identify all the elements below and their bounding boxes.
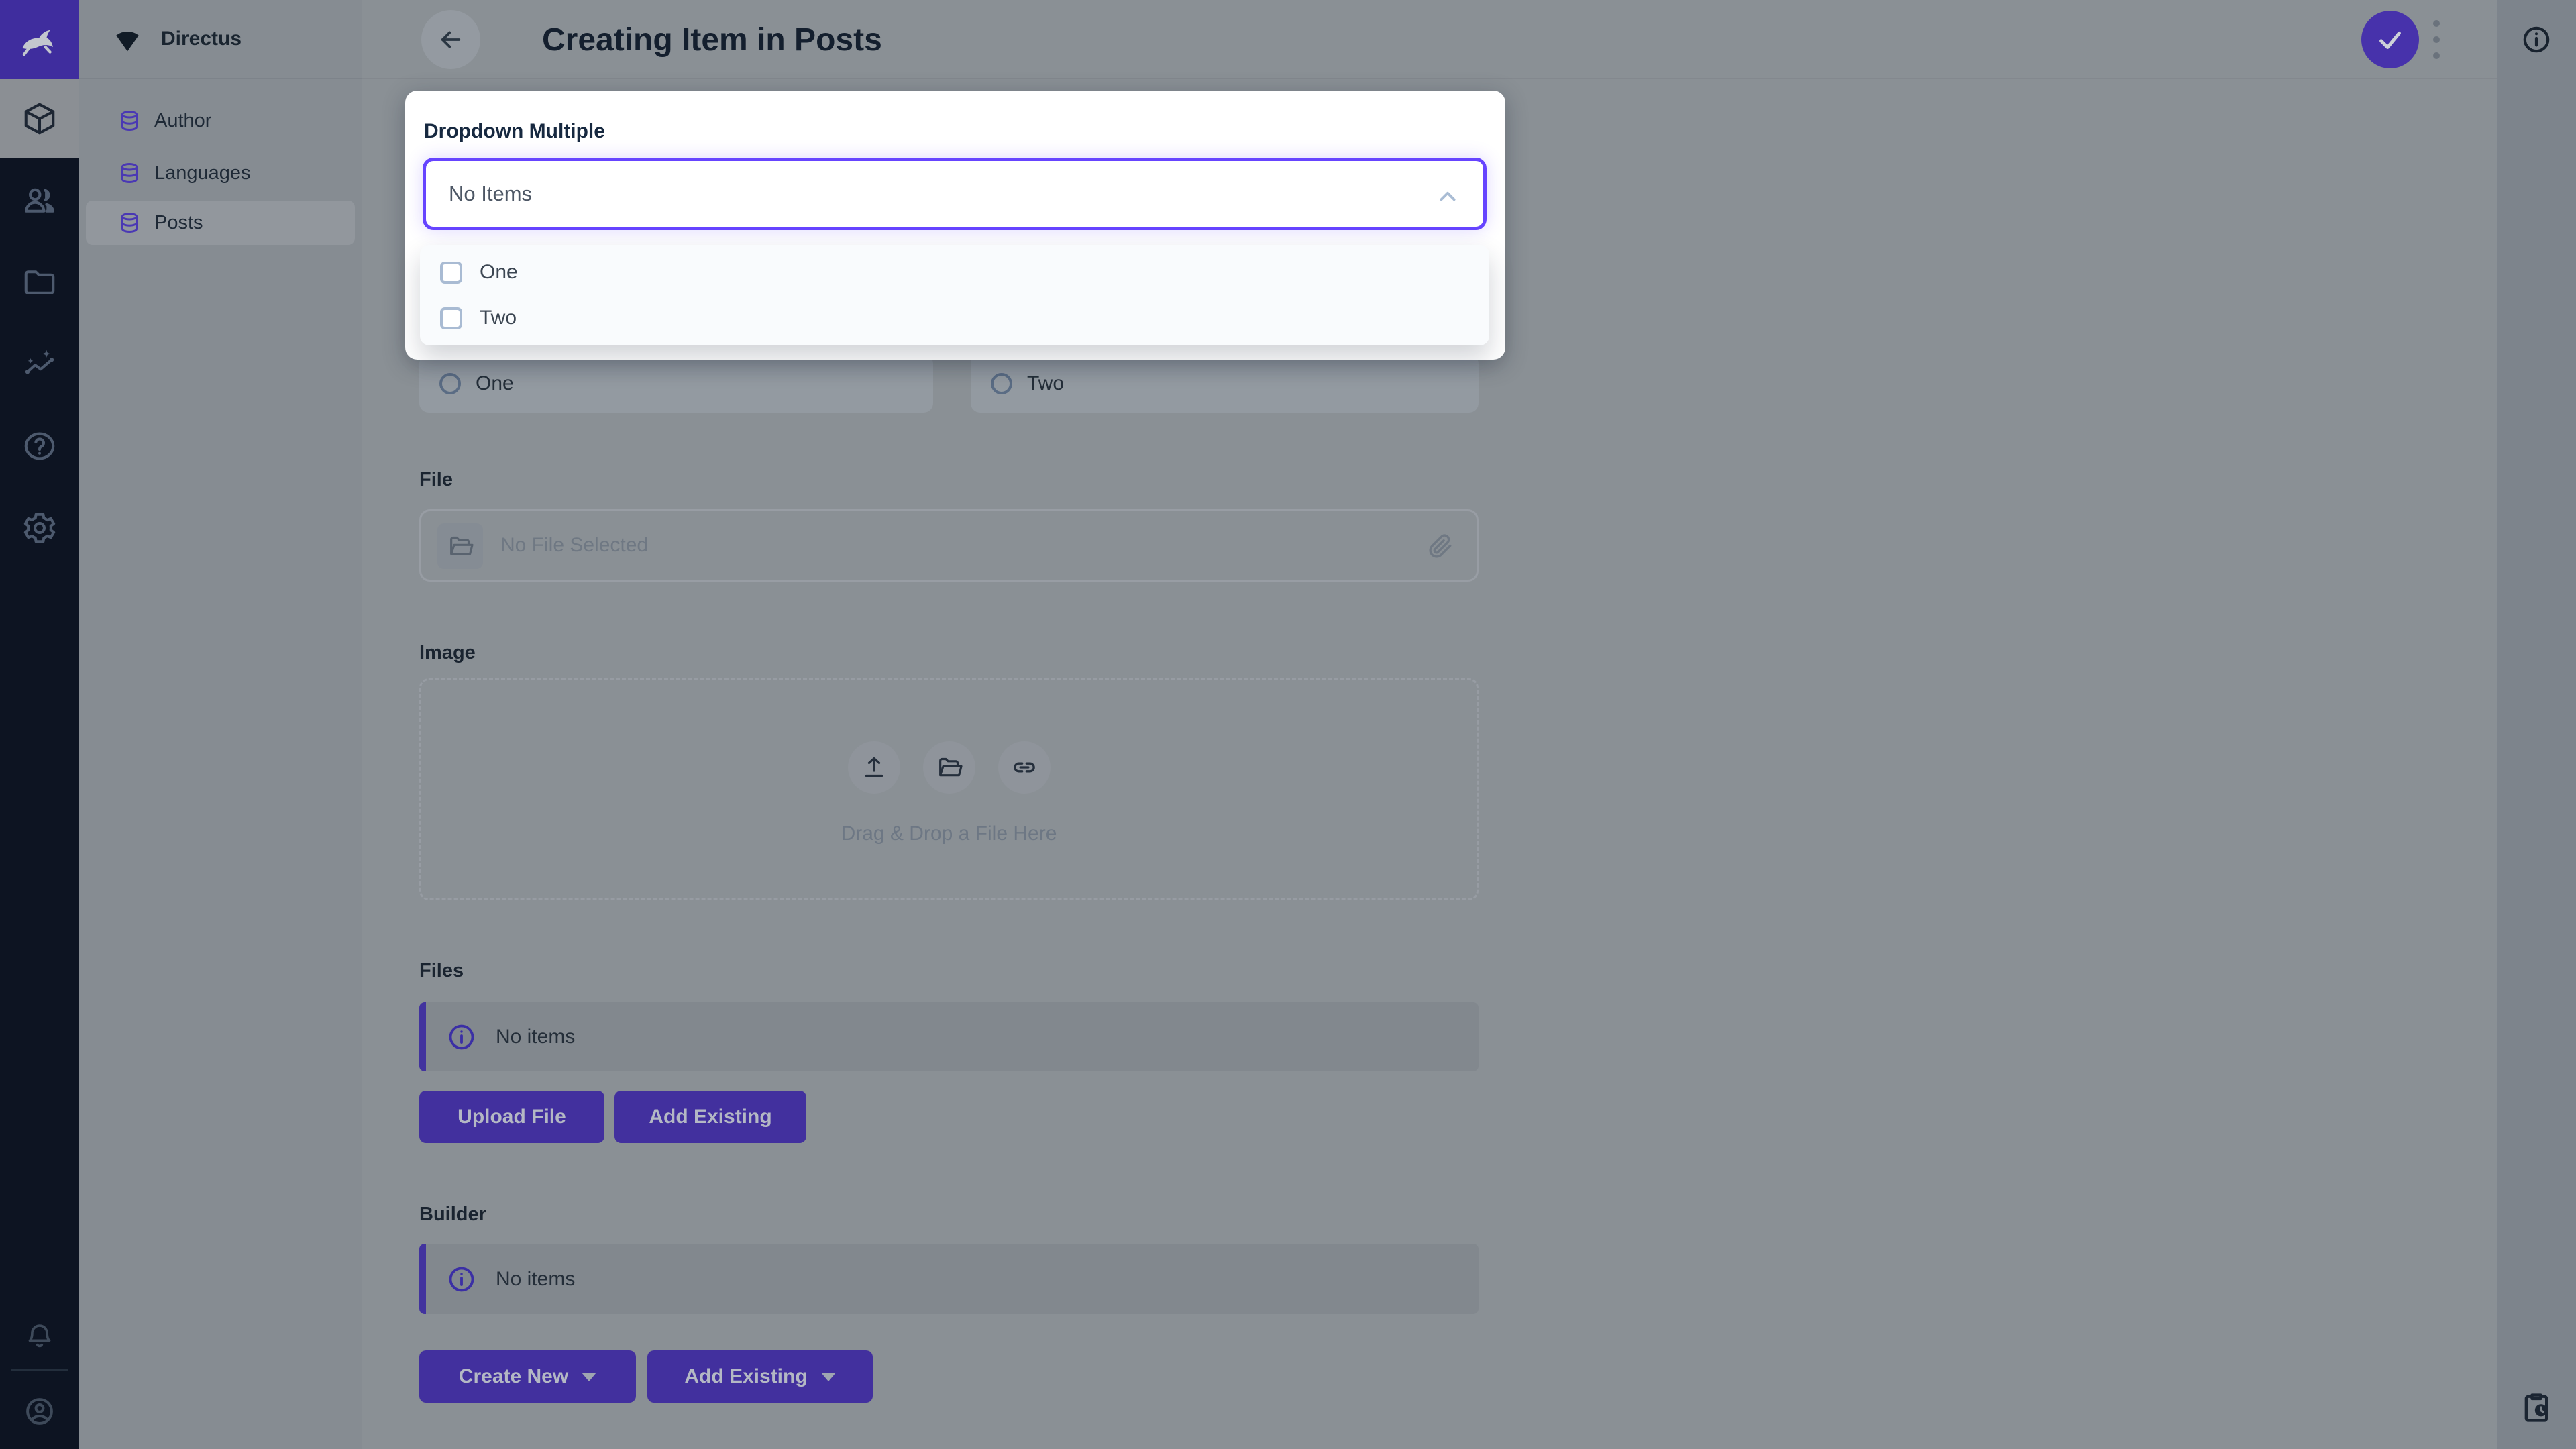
upload-icon [861,754,888,781]
module-item-insights[interactable] [0,325,79,404]
chevron-up-icon [1434,182,1462,211]
button-label: Add Existing [684,1365,808,1387]
option-two[interactable]: Two [420,295,1489,341]
files-add-existing-button[interactable]: Add Existing [614,1091,806,1143]
button-label: Add Existing [649,1106,772,1128]
link-icon [1011,754,1038,781]
module-item-content[interactable] [0,79,79,158]
database-icon [118,211,141,234]
module-item-user-directory[interactable] [0,161,79,240]
folder-open-icon [447,533,474,559]
notifications-button[interactable] [0,1309,79,1363]
select-value: No Items [449,182,533,205]
attach-file-button[interactable] [1426,531,1454,559]
clipboard-clock-icon [2519,1390,2554,1425]
sidebar-item-languages[interactable]: Languages [86,151,355,195]
files-empty-notice: No items [419,1002,1479,1071]
people-icon [21,182,58,219]
collections-sidebar: Directus Author Languages Posts [79,0,362,1449]
database-icon [118,162,141,184]
button-label: Create New [458,1365,569,1387]
project-header[interactable]: Directus [79,0,362,79]
module-item-file-library[interactable] [0,243,79,322]
checkbox-icon[interactable] [440,307,462,329]
module-bar-divider [11,1368,68,1371]
radio-label: One [476,372,514,394]
radio-field-one[interactable]: One [419,354,933,413]
page-title: Creating Item in Posts [542,22,882,58]
option-label: Two [480,307,517,329]
radio-label: Two [1027,372,1065,394]
sidebar-item-posts[interactable]: Posts [86,201,355,245]
check-icon [2375,24,2406,55]
sidebar-item-label: Posts [154,211,203,233]
save-button[interactable] [2361,11,2419,68]
dropzone-text: Drag & Drop a File Here [841,822,1057,845]
caret-down-icon [820,1372,836,1381]
option-one[interactable]: One [420,250,1489,295]
button-label: Upload File [458,1106,566,1128]
radio-icon[interactable] [439,372,461,394]
file-input[interactable]: No File Selected [419,509,1479,582]
files-empty-text: No items [496,1025,576,1048]
upload-file-button[interactable]: Upload File [419,1091,604,1143]
folder-open-icon [936,754,963,781]
rabbit-logo-icon [15,15,64,64]
option-label: One [480,261,518,283]
sidebar-item-author[interactable]: Author [86,99,355,143]
module-item-documentation[interactable] [0,407,79,486]
image-field-label: Image [419,642,476,663]
trending-sparkle-icon [21,346,58,382]
file-field-label: File [419,469,453,490]
directus-logo[interactable] [0,0,79,79]
info-icon [446,1264,477,1295]
revisions-sidebar-button[interactable] [2497,1387,2576,1428]
back-button[interactable] [421,10,480,69]
user-menu-button[interactable] [0,1385,79,1438]
choose-from-library-button[interactable] [922,741,975,794]
builder-add-existing-button[interactable]: Add Existing [647,1350,873,1403]
module-bar [0,0,79,1449]
folder-icon [21,264,58,301]
dropdown-options-menu: One Two [420,245,1489,345]
gear-icon [21,510,58,546]
module-item-settings[interactable] [0,488,79,568]
help-icon [21,428,58,464]
caret-down-icon [582,1372,597,1381]
database-icon [118,109,141,132]
sidebar-item-label: Languages [154,162,251,184]
dropdown-field-label: Dropdown Multiple [424,120,605,142]
more-options-button[interactable] [2430,20,2443,59]
dropdown-select[interactable]: No Items [423,158,1487,230]
info-sidebar-button[interactable] [2497,23,2576,56]
upload-device-button[interactable] [847,741,900,794]
builder-field-label: Builder [419,1203,486,1225]
app-window: Directus Author Languages Posts Creating… [0,0,2576,1449]
builder-empty-text: No items [496,1267,576,1290]
page-header: Creating Item in Posts [362,0,2497,79]
directus-fan-icon [110,21,145,56]
browse-files-button[interactable] [437,523,483,569]
right-sidebar-strip [2497,0,2576,1449]
create-new-button[interactable]: Create New [419,1350,636,1403]
builder-empty-notice: No items [419,1244,1479,1314]
info-icon [2520,23,2553,56]
project-name: Directus [161,28,242,50]
info-icon [446,1022,477,1053]
bell-icon [24,1321,55,1352]
avatar-icon [23,1395,56,1428]
files-field-label: Files [419,960,464,981]
file-placeholder: No File Selected [500,534,649,556]
sidebar-item-label: Author [154,109,212,131]
import-from-url-button[interactable] [998,741,1051,794]
radio-icon[interactable] [991,372,1012,394]
box-icon [21,101,58,137]
checkbox-icon[interactable] [440,261,462,284]
arrow-left-icon [437,25,465,54]
radio-field-two[interactable]: Two [971,354,1479,413]
dropdown-multiple-popup: Dropdown Multiple No Items One Two [405,91,1505,360]
image-dropzone[interactable]: Drag & Drop a File Here [419,678,1479,900]
